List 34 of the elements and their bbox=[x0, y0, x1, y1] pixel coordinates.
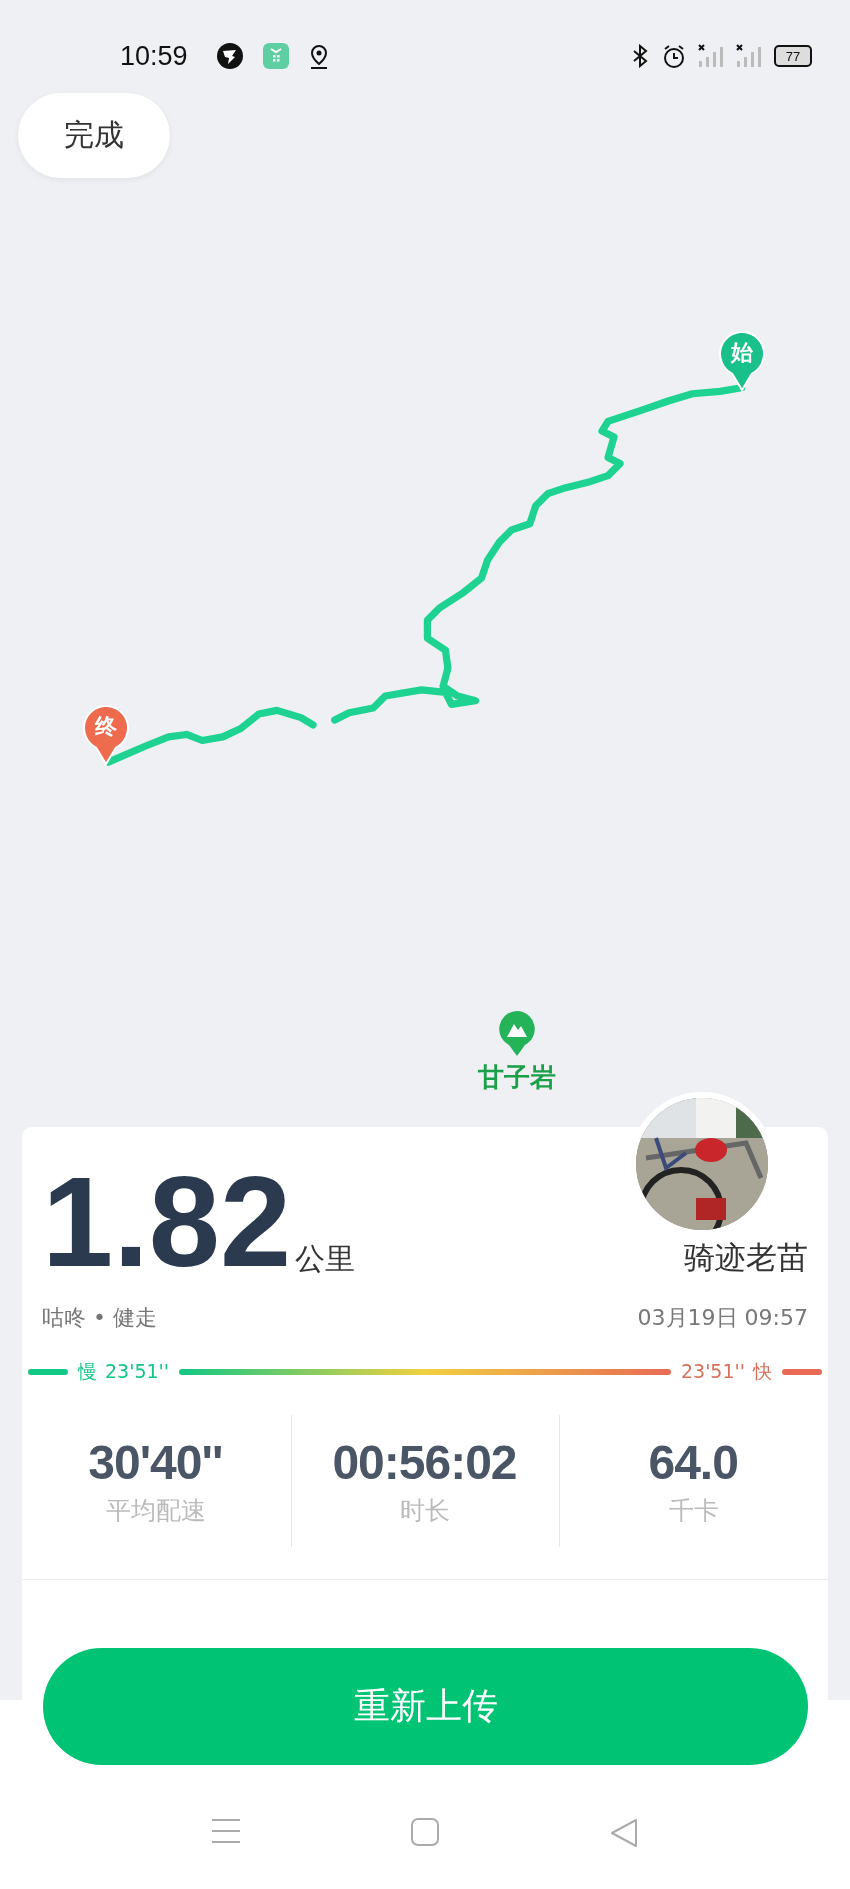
menu-icon[interactable] bbox=[211, 1818, 241, 1844]
stat-label: 时长 bbox=[400, 1495, 451, 1527]
mountain-pin-icon bbox=[497, 1010, 537, 1056]
status-time: 10:59 bbox=[120, 40, 188, 72]
signal-icon bbox=[736, 44, 762, 68]
distance-value: 1.82 bbox=[42, 1167, 293, 1277]
slow-pace: 23'51'' bbox=[105, 1360, 170, 1382]
battery-indicator: 77 bbox=[774, 45, 812, 67]
fast-label: 快 bbox=[753, 1360, 772, 1382]
signal-icon bbox=[698, 44, 724, 68]
app-icon bbox=[261, 42, 290, 70]
pace-bar-segment bbox=[28, 1369, 68, 1375]
home-icon[interactable] bbox=[411, 1818, 439, 1846]
pace-bar-segment bbox=[782, 1369, 822, 1375]
fast-pace: 23'51'' bbox=[680, 1360, 745, 1382]
alarm-icon bbox=[662, 43, 686, 69]
done-button[interactable]: 完成 bbox=[18, 93, 170, 178]
stat-value: 00:56:02 bbox=[332, 1435, 518, 1490]
stat-label: 平均配速 bbox=[106, 1495, 207, 1527]
back-icon[interactable] bbox=[609, 1818, 639, 1848]
stat-value: 30'40'' bbox=[88, 1435, 224, 1490]
user-name: 骑迹老苗 bbox=[684, 1238, 808, 1277]
distance-unit: 公里 bbox=[295, 1241, 356, 1277]
place-label: 甘子岩 bbox=[478, 1061, 556, 1094]
stat-label: 千卡 bbox=[669, 1495, 720, 1527]
end-marker bbox=[81, 704, 131, 766]
slow-label: 慢 bbox=[78, 1360, 97, 1382]
activity-date: 03月19日 09:57 bbox=[637, 1304, 808, 1332]
activity-type: 咕咚 • 健走 bbox=[42, 1304, 157, 1332]
app-icon bbox=[215, 42, 244, 70]
marker-label: 终 bbox=[93, 713, 118, 741]
stat-value: 64.0 bbox=[648, 1435, 739, 1490]
start-marker bbox=[717, 330, 767, 392]
marker-label: 始 bbox=[730, 339, 754, 367]
